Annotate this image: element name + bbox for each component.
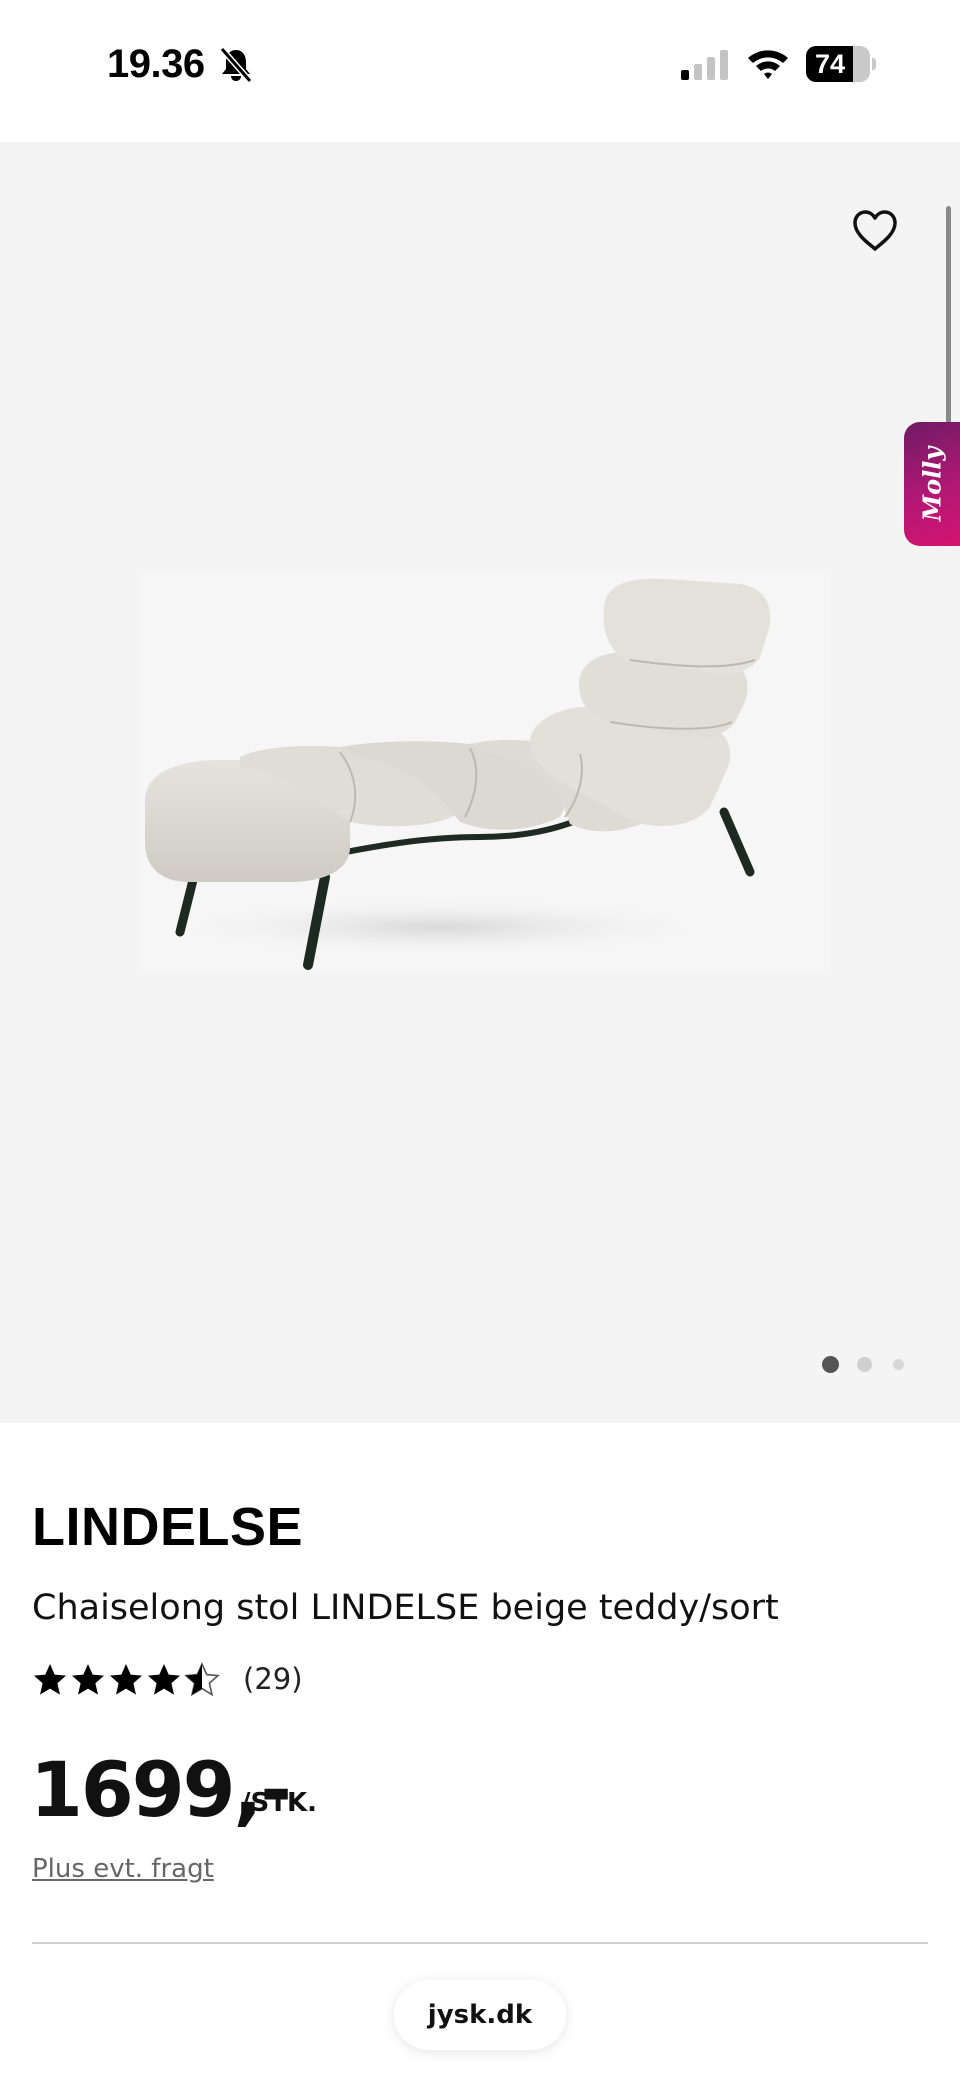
star-half-icon [184, 1662, 220, 1697]
browser-address-pill[interactable]: jysk.dk [394, 1980, 566, 2050]
scrollbar[interactable] [946, 206, 951, 454]
signal-icon [681, 50, 728, 80]
carousel-dot[interactable] [857, 1357, 872, 1372]
molly-chat-widget[interactable]: Molly [904, 422, 960, 546]
star-icon [148, 1664, 180, 1695]
carousel-dot[interactable] [893, 1359, 904, 1370]
star-icon [34, 1664, 66, 1695]
heart-outline-icon[interactable] [852, 210, 898, 252]
product-brand: LINDELSE [32, 1497, 304, 1557]
product-image-gallery[interactable]: Molly [0, 142, 960, 1423]
product-image [140, 572, 830, 972]
molly-label: Molly [917, 446, 947, 522]
status-time: 19.36 [107, 42, 205, 86]
battery-icon: 74 [806, 46, 876, 82]
shipping-note-link[interactable]: Plus evt. fragt [32, 1854, 214, 1884]
wifi-icon [748, 50, 788, 79]
status-bar: 19.36 74 [0, 0, 960, 142]
product-title: Chaiselong stol LINDELSE beige teddy/sor… [32, 1588, 779, 1628]
battery-level: 74 [815, 49, 846, 79]
review-count[interactable]: (29) [243, 1662, 303, 1696]
bell-slash-icon [219, 47, 253, 83]
divider [32, 1942, 928, 1944]
price-unit: /STK. [241, 1788, 317, 1818]
star-icon [72, 1664, 104, 1695]
star-icon [110, 1664, 142, 1695]
carousel-dot[interactable] [822, 1356, 839, 1373]
